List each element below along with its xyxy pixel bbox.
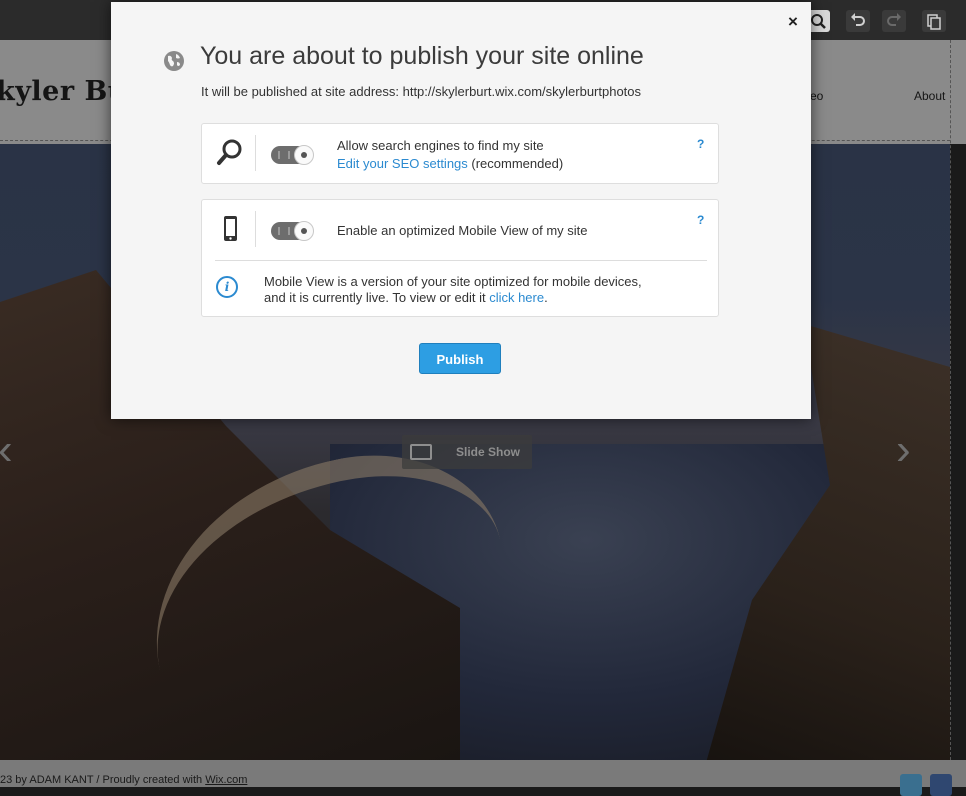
mobile-view-label: Enable an optimized Mobile View of my si… (337, 223, 588, 238)
undo-icon[interactable] (846, 10, 870, 32)
publish-dialog: × You are about to publish your site onl… (111, 2, 811, 419)
mobile-view-panel: Enable an optimized Mobile View of my si… (201, 199, 719, 317)
mobile-edit-link[interactable]: click here (489, 290, 544, 305)
seo-settings-line: Edit your SEO settings (recommended) (337, 156, 563, 171)
seo-panel: Allow search engines to find my site Edi… (201, 123, 719, 184)
panel-divider (255, 211, 256, 247)
dialog-title: You are about to publish your site onlin… (200, 42, 644, 70)
info-icon: i (216, 276, 238, 298)
facebook-icon[interactable] (930, 774, 952, 796)
slideshow-badge[interactable]: Slide Show (402, 435, 532, 469)
toggle-knob (294, 221, 314, 241)
footer-wix-link[interactable]: Wix.com (205, 774, 247, 786)
duplicate-icon[interactable] (922, 10, 946, 32)
slideshow-next-icon[interactable]: › (896, 428, 911, 472)
site-footer: 23 by ADAM KANT / Proudly created with W… (0, 760, 966, 796)
mobile-view-toggle[interactable] (271, 221, 314, 241)
nav-item-about[interactable]: About (914, 89, 945, 103)
seo-settings-link[interactable]: Edit your SEO settings (337, 156, 468, 171)
toggle-grip (278, 227, 290, 235)
mobile-info-end: . (544, 290, 548, 305)
slideshow-prev-icon[interactable]: ‹ (0, 428, 13, 472)
seo-help-icon[interactable]: ? (697, 137, 704, 151)
panel-divider (255, 135, 256, 171)
search-engines-label: Allow search engines to find my site (337, 138, 544, 153)
toggle-knob (294, 145, 314, 165)
image-icon (410, 444, 432, 460)
footer-copyright: 23 by ADAM KANT / Proudly created with (0, 774, 206, 786)
site-address-text: It will be published at site address: ht… (201, 84, 642, 99)
panel-divider (215, 260, 707, 261)
toggle-grip (278, 151, 290, 159)
mobile-help-icon[interactable]: ? (697, 213, 704, 227)
search-icon (216, 138, 244, 168)
canvas-edge-guide (950, 40, 951, 760)
close-icon[interactable]: × (788, 12, 798, 32)
footer-text: 23 by ADAM KANT / Proudly created with W… (0, 774, 247, 786)
mobile-phone-icon (216, 214, 244, 244)
slideshow-label: Slide Show (456, 445, 521, 459)
mobile-view-info: Mobile View is a version of your site op… (264, 274, 664, 306)
globe-icon (163, 50, 185, 72)
redo-icon[interactable] (882, 10, 906, 32)
search-engines-toggle[interactable] (271, 145, 314, 165)
twitter-icon[interactable] (900, 774, 922, 796)
seo-recommended-text: (recommended) (467, 156, 564, 171)
mobile-info-text: Mobile View is a version of your site op… (264, 274, 642, 305)
nav-item-video[interactable]: eo (810, 89, 823, 103)
publish-button[interactable]: Publish (419, 343, 501, 374)
